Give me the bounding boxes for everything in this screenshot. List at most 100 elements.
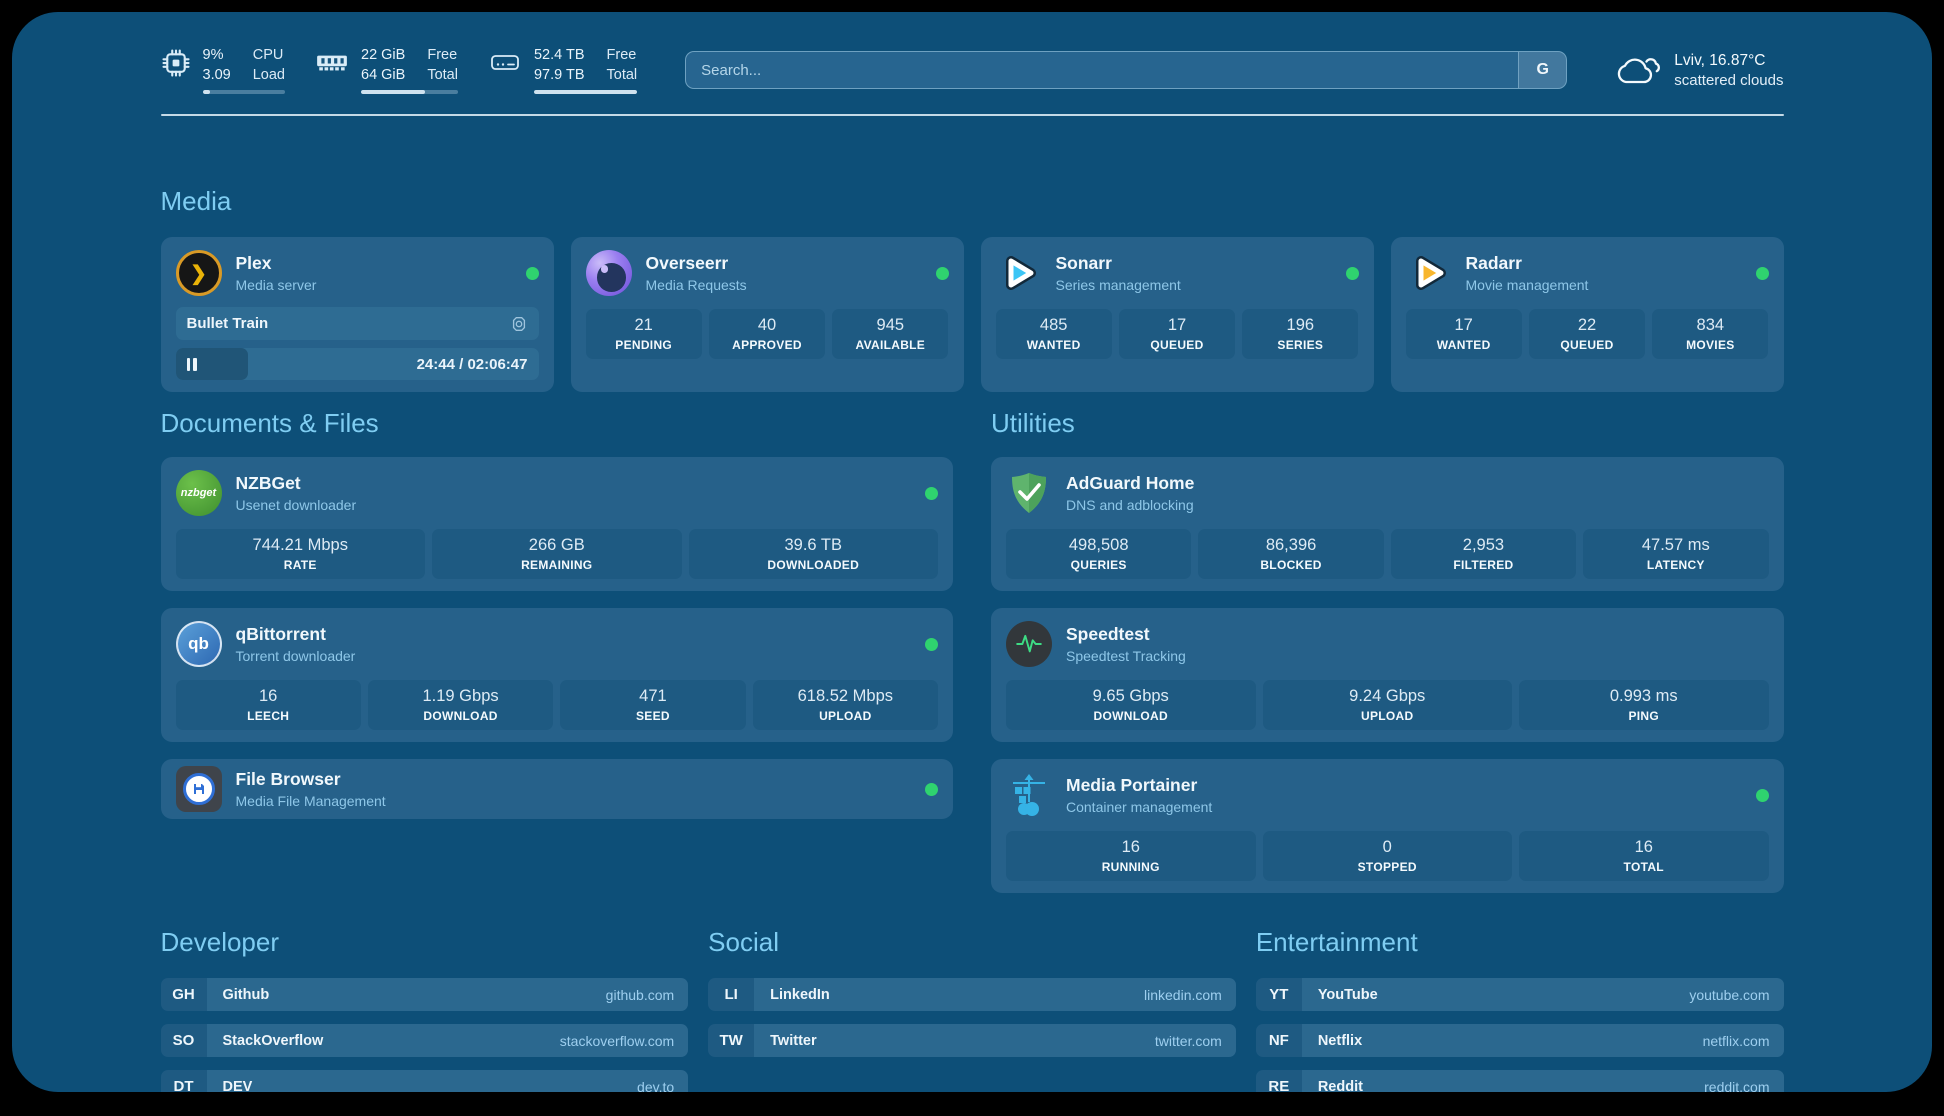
bookmark-name: DEV <box>223 1079 253 1092</box>
bookmark-name: YouTube <box>1318 987 1378 1003</box>
bookmark-reddit[interactable]: RE Redditreddit.com <box>1256 1070 1784 1092</box>
search-bar[interactable]: G <box>685 51 1567 89</box>
app-title: NZBGet <box>236 473 357 494</box>
app-card-speedtest[interactable]: Speedtest Speedtest Tracking 9.65 GbpsDO… <box>991 608 1784 742</box>
stat-upload: 618.52 MbpsUPLOAD <box>753 680 938 730</box>
stat-leech: 16LEECH <box>176 680 361 730</box>
stat-upload: 9.24 GbpsUPLOAD <box>1263 680 1513 730</box>
section-title-social: Social <box>708 927 1236 958</box>
app-title: AdGuard Home <box>1066 473 1194 494</box>
bookmark-abbr: NF <box>1256 1024 1302 1057</box>
now-playing-row: Bullet Train <box>176 307 539 340</box>
bookmark-url: github.com <box>606 987 674 1003</box>
bookmark-netflix[interactable]: NF Netflixnetflix.com <box>1256 1024 1784 1057</box>
status-dot-online <box>1756 789 1769 802</box>
stat-remaining: 266 GBREMAINING <box>432 529 682 579</box>
portainer-icon <box>1006 772 1052 818</box>
app-title: Speedtest <box>1066 624 1186 645</box>
bookmark-linkedin[interactable]: LI LinkedInlinkedin.com <box>708 978 1236 1011</box>
disk-icon <box>488 48 522 78</box>
stat-approved: 40APPROVED <box>709 309 825 359</box>
status-dot-online <box>925 783 938 796</box>
disk-free-value: 52.4 TB <box>534 46 585 64</box>
bookmark-abbr: TW <box>708 1024 754 1057</box>
app-subtitle: Movie management <box>1466 277 1589 293</box>
stat-download: 9.65 GbpsDOWNLOAD <box>1006 680 1256 730</box>
speedtest-icon <box>1006 621 1052 667</box>
bookmark-url: reddit.com <box>1704 1079 1769 1092</box>
section-title-developer: Developer <box>161 927 689 958</box>
bookmark-url: dev.to <box>637 1079 674 1092</box>
section-title-utilities: Utilities <box>991 408 1784 439</box>
status-dot-online <box>1346 267 1359 280</box>
sonarr-icon <box>996 250 1042 296</box>
video-camera-icon[interactable] <box>510 315 528 333</box>
stat-seed: 471SEED <box>560 680 745 730</box>
bookmark-url: netflix.com <box>1703 1033 1770 1049</box>
filebrowser-icon <box>176 766 222 812</box>
search-input[interactable] <box>686 52 1566 88</box>
header-bar: 9% 3.09 CPU Load <box>161 46 1784 94</box>
stat-total: 16TOTAL <box>1519 831 1769 881</box>
bookmark-youtube[interactable]: YT YouTubeyoutube.com <box>1256 978 1784 1011</box>
app-subtitle: Media File Management <box>236 793 386 809</box>
memory-widget: 22 GiB 64 GiB Free Total <box>315 46 458 94</box>
pause-button[interactable] <box>187 358 197 371</box>
stat-running: 16RUNNING <box>1006 831 1256 881</box>
bookmark-url: linkedin.com <box>1144 987 1222 1003</box>
app-card-filebrowser[interactable]: File Browser Media File Management <box>161 759 954 819</box>
stat-download: 1.19 GbpsDOWNLOAD <box>368 680 553 730</box>
app-card-adguard[interactable]: AdGuard Home DNS and adblocking 498,508Q… <box>991 457 1784 591</box>
bookmark-name: StackOverflow <box>223 1033 324 1049</box>
bookmark-abbr: YT <box>1256 978 1302 1011</box>
plex-icon: ❯ <box>176 250 222 296</box>
stat-blocked: 86,396BLOCKED <box>1198 529 1383 579</box>
bookmark-name: Github <box>223 987 270 1003</box>
app-title: Sonarr <box>1056 253 1181 274</box>
app-card-nzbget[interactable]: nzbget NZBGet Usenet downloader 744.21 M… <box>161 457 954 591</box>
bookmark-url: twitter.com <box>1155 1033 1222 1049</box>
bookmark-stackoverflow[interactable]: SO StackOverflowstackoverflow.com <box>161 1024 689 1057</box>
ram-icon <box>315 48 349 78</box>
section-title-documents: Documents & Files <box>161 408 954 439</box>
nzbget-icon: nzbget <box>176 470 222 516</box>
cpu-progress-bar <box>203 90 286 94</box>
app-card-radarr[interactable]: Radarr Movie management 17WANTED 22QUEUE… <box>1391 237 1784 392</box>
stat-series: 196SERIES <box>1242 309 1358 359</box>
disk-total-value: 97.9 TB <box>534 66 585 84</box>
app-card-overseerr[interactable]: Overseerr Media Requests 21PENDING 40APP… <box>571 237 964 392</box>
status-dot-online <box>1756 267 1769 280</box>
bookmark-name: Twitter <box>770 1033 816 1049</box>
app-title: qBittorrent <box>236 624 356 645</box>
player-row: 24:44 / 02:06:47 <box>176 348 539 380</box>
app-card-qbittorrent[interactable]: qb qBittorrent Torrent downloader 16LEEC… <box>161 608 954 742</box>
app-card-sonarr[interactable]: Sonarr Series management 485WANTED 17QUE… <box>981 237 1374 392</box>
search-engine-button[interactable]: G <box>1518 52 1566 88</box>
weather-widget: Lviv, 16.87°C scattered clouds <box>1613 52 1783 89</box>
stat-rate: 744.21 MbpsRATE <box>176 529 426 579</box>
dashboard: 9% 3.09 CPU Load <box>12 12 1932 1092</box>
status-dot-online <box>526 267 539 280</box>
app-card-plex[interactable]: ❯ Plex Media server Bullet Train <box>161 237 554 392</box>
app-title: Plex <box>236 253 317 274</box>
radarr-icon <box>1406 250 1452 296</box>
bookmark-dev[interactable]: DT DEV dev.to <box>161 1070 689 1092</box>
cpu-load-label: Load <box>253 66 285 84</box>
cloud-icon <box>1613 52 1661 88</box>
bookmark-url: stackoverflow.com <box>560 1033 674 1049</box>
player-time: 24:44 / 02:06:47 <box>417 356 528 373</box>
app-subtitle: Series management <box>1056 277 1181 293</box>
ram-total-value: 64 GiB <box>361 66 405 84</box>
bookmark-abbr: LI <box>708 978 754 1011</box>
ram-free-value: 22 GiB <box>361 46 405 64</box>
cpu-load-value: 3.09 <box>203 66 231 84</box>
section-title-entertainment: Entertainment <box>1256 927 1784 958</box>
system-stats: 9% 3.09 CPU Load <box>161 46 638 94</box>
app-title: File Browser <box>236 769 386 790</box>
app-card-portainer[interactable]: Media Portainer Container management 16R… <box>991 759 1784 893</box>
stat-filtered: 2,953FILTERED <box>1391 529 1576 579</box>
weather-location-temp: Lviv, 16.87°C <box>1674 52 1783 70</box>
bookmark-abbr: DT <box>161 1070 207 1092</box>
bookmark-github[interactable]: GH Githubgithub.com <box>161 978 689 1011</box>
bookmark-twitter[interactable]: TW Twitter twitter.com <box>708 1024 1236 1057</box>
